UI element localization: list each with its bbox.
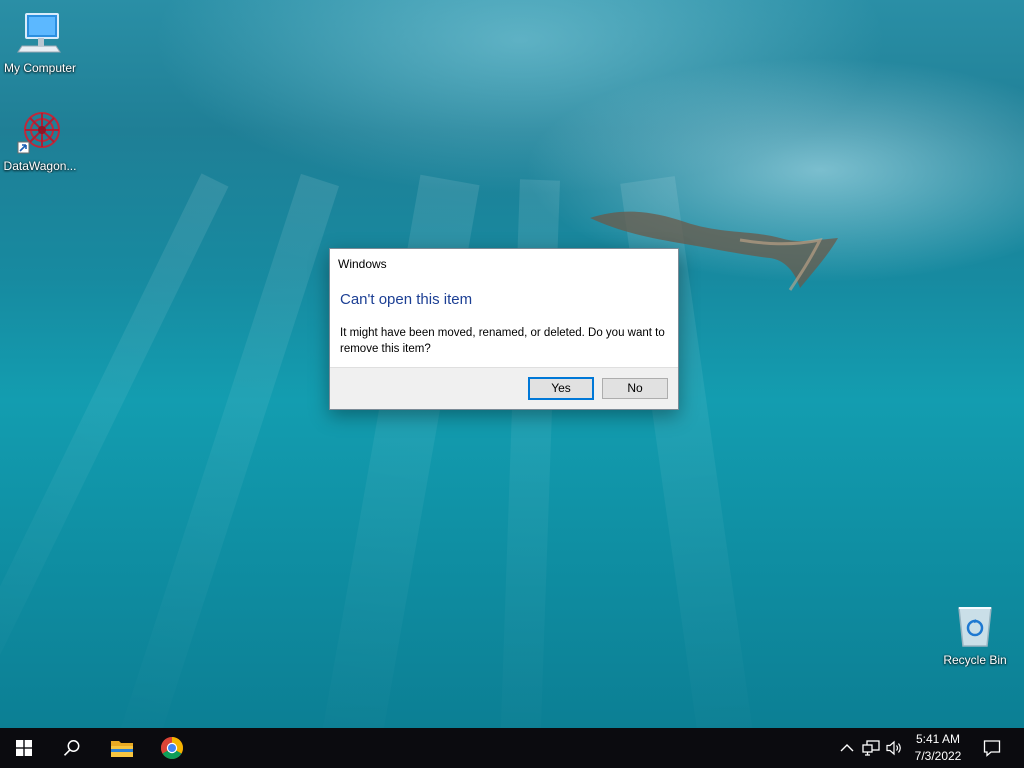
taskbar-chrome[interactable]	[148, 728, 196, 768]
clock-time: 5:41 AM	[915, 732, 961, 746]
desktop: My Computer DataWagon... Recycle Bin Win…	[0, 0, 1024, 728]
taskbar-file-explorer[interactable]	[98, 728, 146, 768]
action-center-button[interactable]	[978, 728, 1006, 768]
computer-icon	[17, 13, 61, 53]
chrome-icon	[161, 737, 183, 759]
windows-start-icon	[16, 740, 32, 756]
taskbar: 5:41 AM 7/3/2022	[0, 728, 1024, 768]
dialog-message: It might have been moved, renamed, or de…	[340, 327, 665, 355]
cant-open-dialog: Windows Can't open this item It might ha…	[329, 248, 679, 410]
datawagon-icon	[17, 112, 60, 154]
desktop-icon-label: DataWagon...	[3, 159, 77, 173]
taskbar-clock[interactable]: 5:41 AM 7/3/2022	[900, 731, 976, 765]
desktop-icon-label: Recycle Bin	[943, 653, 1007, 667]
light-ray	[0, 173, 229, 728]
search-button[interactable]	[48, 728, 96, 768]
start-button[interactable]	[0, 728, 48, 768]
dialog-heading: Can't open this item	[340, 291, 473, 308]
yes-button[interactable]: Yes	[528, 377, 594, 400]
light-ray	[109, 173, 340, 728]
dialog-title: Windows	[338, 257, 387, 271]
search-icon	[63, 740, 80, 756]
desktop-icon-label: My Computer	[3, 61, 77, 75]
dialog-footer: Yes No	[330, 367, 678, 409]
desktop-icon-my-computer[interactable]: My Computer	[0, 10, 80, 75]
tray-network[interactable]	[860, 728, 882, 768]
network-icon	[862, 740, 880, 756]
file-explorer-icon	[111, 741, 133, 757]
recycle-bin-icon	[958, 607, 992, 647]
clock-date: 7/3/2022	[914, 749, 962, 763]
action-center-icon	[983, 740, 1001, 757]
chevron-up-icon	[840, 744, 854, 752]
tray-show-hidden[interactable]	[838, 728, 856, 768]
desktop-icon-recycle-bin[interactable]: Recycle Bin	[935, 602, 1015, 667]
desktop-icon-datawagon[interactable]: DataWagon...	[0, 108, 80, 173]
no-button[interactable]: No	[602, 378, 668, 399]
